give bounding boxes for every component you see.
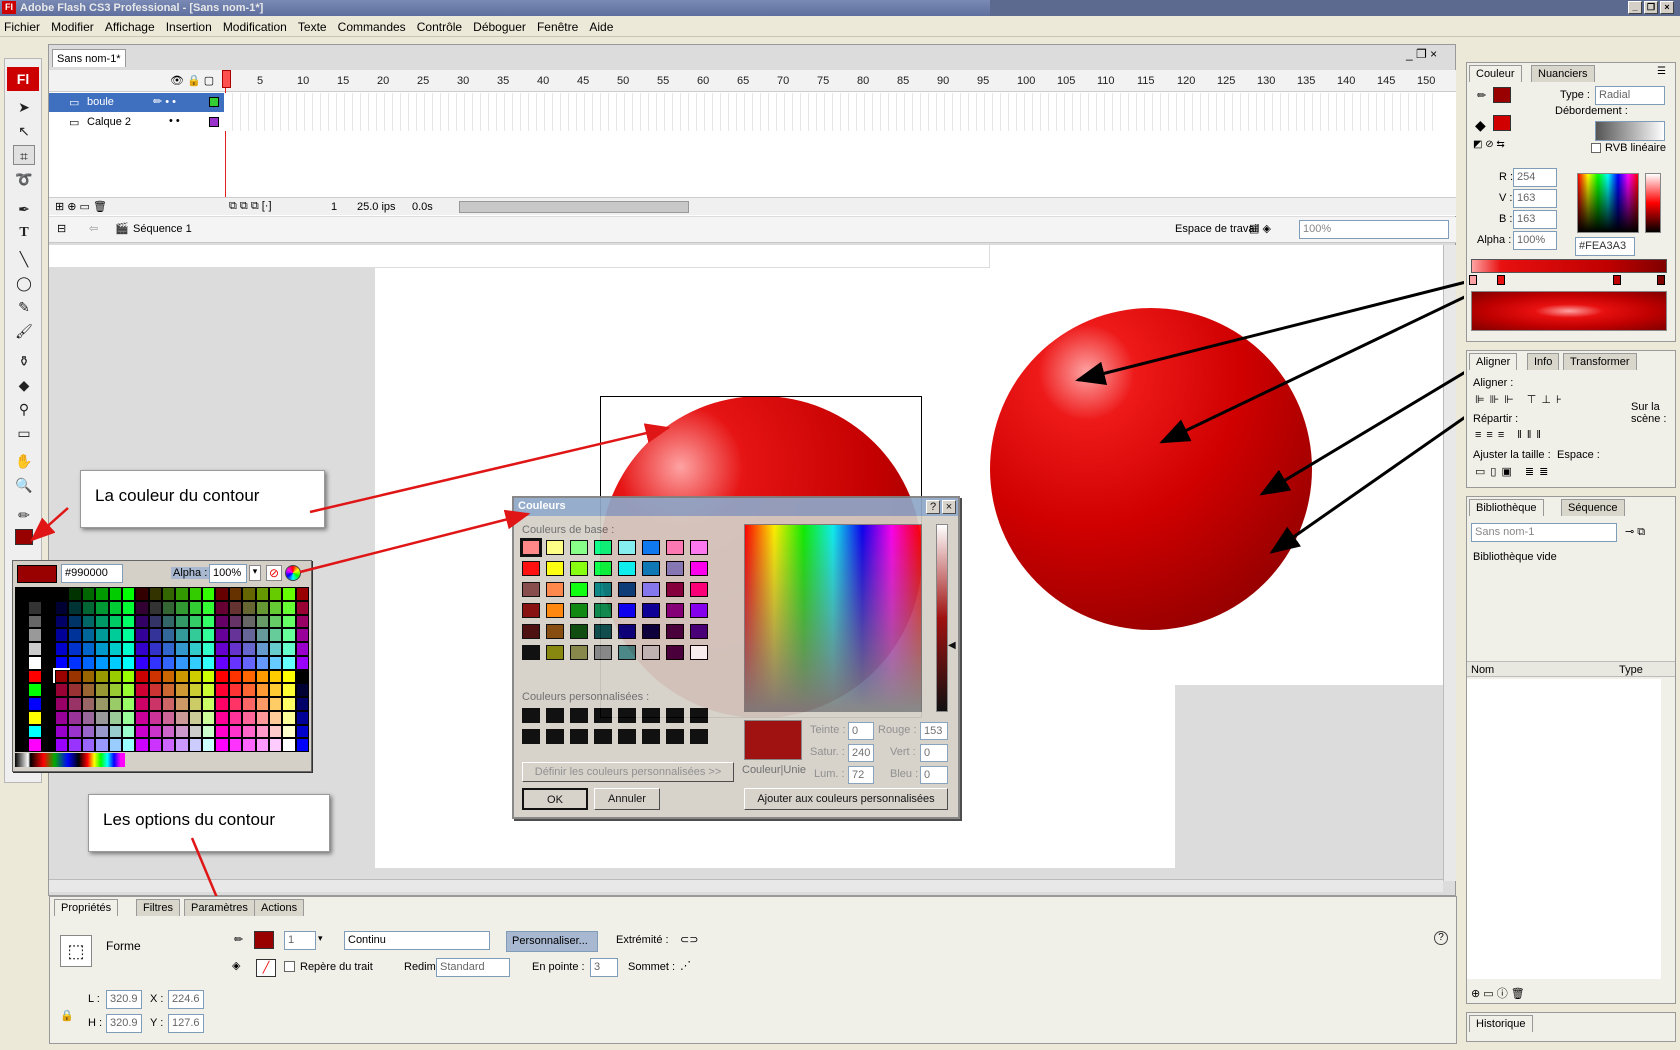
shape-icon: ⬚ bbox=[60, 935, 92, 967]
arrow-stop2-to-body bbox=[1159, 279, 1499, 444]
match-size-buttons-icon[interactable]: ▭▯▣ ≣≣ bbox=[1475, 465, 1553, 478]
miter-input[interactable]: 3 bbox=[590, 958, 618, 977]
distribute-buttons-icon[interactable]: ≡≡≡ ‖‖‖ bbox=[1475, 429, 1546, 441]
height-input[interactable]: 320.9 bbox=[106, 1014, 142, 1033]
color-spectrum[interactable] bbox=[1577, 173, 1639, 233]
customize-button[interactable]: Personnaliser... bbox=[506, 931, 598, 952]
stroke-height-arrow-icon[interactable]: ▾ bbox=[318, 933, 323, 944]
tab-sequence[interactable]: Séquence bbox=[1561, 499, 1625, 516]
overflow-label: Débordement : bbox=[1555, 105, 1628, 117]
library-footer-icons[interactable]: ⊕ ▭ ⓘ 🗑 bbox=[1471, 985, 1525, 1001]
tab-transformer[interactable]: Transformer bbox=[1563, 353, 1637, 370]
y-label: Y : bbox=[150, 1017, 164, 1029]
properties-panel: Propriétés Filtres Paramètres Actions ⬚ … bbox=[49, 896, 1457, 1044]
col-name[interactable]: Nom bbox=[1471, 664, 1494, 676]
arrow-callout-to-swatch bbox=[30, 507, 69, 542]
arrow-callout-to-ball bbox=[309, 423, 671, 514]
lock-icon[interactable]: 🔒 bbox=[60, 1009, 74, 1022]
gradient-stop-1[interactable] bbox=[1469, 275, 1477, 285]
cap-label: Extrémité : bbox=[616, 934, 669, 946]
x-label: X : bbox=[150, 993, 164, 1005]
history-panel: Historique bbox=[1466, 1012, 1676, 1042]
stroke-style-select[interactable]: Continu bbox=[344, 931, 490, 950]
stroke-color-button[interactable] bbox=[254, 931, 274, 949]
gradient-stop-3[interactable] bbox=[1613, 275, 1621, 285]
tab-bibliotheque[interactable]: Bibliothèque bbox=[1469, 499, 1544, 516]
annotation-arrows bbox=[30, 96, 1661, 927]
join-label: Sommet : bbox=[628, 961, 676, 973]
linear-rgb-label: RVB linéaire bbox=[1605, 142, 1666, 154]
library-document-select[interactable]: Sans nom-1 bbox=[1471, 523, 1617, 542]
g-input[interactable]: 163 bbox=[1513, 189, 1557, 208]
tab-filtres[interactable]: Filtres bbox=[136, 899, 180, 916]
r-input[interactable]: 254 bbox=[1513, 168, 1557, 187]
library-list[interactable] bbox=[1467, 679, 1661, 979]
col-type[interactable]: Type bbox=[1619, 664, 1643, 676]
shape-label: Forme bbox=[106, 939, 141, 953]
stroke-height-input[interactable]: 1 bbox=[284, 931, 316, 950]
align-label: Aligner : bbox=[1473, 377, 1514, 389]
align-panel: Aligner Info Transformer Aligner : ⊫⊪⊩ ⊤… bbox=[1466, 350, 1676, 488]
space-label: Espace : bbox=[1557, 449, 1600, 461]
cap-icon[interactable]: ⊂⊃ bbox=[680, 933, 698, 946]
distribute-label: Répartir : bbox=[1473, 413, 1519, 425]
tab-proprietes[interactable]: Propriétés bbox=[54, 899, 119, 916]
type-select[interactable]: Radial bbox=[1595, 86, 1665, 105]
swap-colors-icon[interactable]: ◩ ⊘ ⇆ bbox=[1473, 139, 1505, 150]
overflow-select[interactable] bbox=[1595, 121, 1665, 141]
hinting-label: Repère du trait bbox=[300, 961, 373, 973]
tab-parametres[interactable]: Paramètres bbox=[184, 899, 255, 916]
arrow-stop1-to-highlight bbox=[1075, 279, 1471, 386]
b-input[interactable]: 163 bbox=[1513, 210, 1557, 229]
color-panel: Couleur Nuanciers ☰ ✏ Type : Radial ◆ Dé… bbox=[1466, 62, 1676, 342]
g-label: V : bbox=[1499, 192, 1513, 204]
b-label: B : bbox=[1499, 213, 1513, 225]
fill-color-button[interactable]: ╱ bbox=[256, 959, 276, 977]
match-size-label: Ajuster la taille : bbox=[1473, 449, 1551, 461]
tab-nuanciers[interactable]: Nuanciers bbox=[1531, 65, 1595, 82]
tab-info[interactable]: Info bbox=[1527, 353, 1560, 370]
arrow-picker-to-dialog bbox=[299, 509, 531, 574]
scale-select[interactable]: Standard bbox=[436, 958, 510, 977]
gradient-stop-2[interactable] bbox=[1497, 275, 1505, 285]
brightness-slider[interactable] bbox=[1645, 173, 1661, 233]
tab-actions[interactable]: Actions bbox=[254, 899, 305, 916]
library-pin-icon[interactable]: ⊸ ⧉ bbox=[1625, 525, 1645, 539]
hex-color-input[interactable]: #FEA3A3 bbox=[1575, 237, 1635, 256]
tab-historique[interactable]: Historique bbox=[1469, 1015, 1533, 1032]
fill-bucket-icon: ◆ bbox=[1475, 117, 1486, 133]
panel-menu-icon[interactable]: ☰ bbox=[1657, 66, 1666, 77]
join-icon[interactable]: ⋰ bbox=[680, 959, 691, 972]
alpha-label: Alpha : bbox=[1477, 234, 1512, 246]
type-label: Type : bbox=[1560, 89, 1590, 101]
fill-bucket-icon: ◈ bbox=[232, 960, 241, 972]
stroke-pencil-icon: ✏ bbox=[234, 934, 244, 946]
tab-couleur[interactable]: Couleur bbox=[1469, 65, 1522, 82]
panel-stroke-swatch[interactable] bbox=[1493, 87, 1511, 103]
gradient-preview bbox=[1471, 291, 1667, 331]
align-buttons-icon[interactable]: ⊫⊪⊩ ⊤⊥⊦ bbox=[1475, 393, 1567, 406]
panel-fill-swatch[interactable] bbox=[1493, 115, 1511, 131]
tab-aligner[interactable]: Aligner bbox=[1469, 353, 1518, 370]
gradient-stop-4[interactable] bbox=[1657, 275, 1665, 285]
y-input[interactable]: 127.6 bbox=[168, 1014, 204, 1033]
library-empty-text: Bibliothèque vide bbox=[1473, 551, 1557, 563]
x-input[interactable]: 224.6 bbox=[168, 990, 204, 1009]
hinting-checkbox[interactable] bbox=[284, 961, 295, 972]
height-label: H : bbox=[88, 1017, 103, 1029]
linear-rgb-checkbox[interactable] bbox=[1591, 143, 1601, 153]
width-input[interactable]: 320.9 bbox=[106, 990, 142, 1009]
miter-label: En pointe : bbox=[532, 961, 585, 973]
help-icon[interactable]: ? bbox=[1434, 931, 1448, 945]
alpha-input[interactable]: 100% bbox=[1513, 231, 1557, 250]
r-label: R : bbox=[1499, 171, 1514, 183]
to-stage-label: Sur la scène : bbox=[1631, 401, 1667, 425]
stroke-pencil-icon: ✏ bbox=[1477, 90, 1487, 102]
library-panel: Bibliothèque Séquence Sans nom-1 ⊸ ⧉ Bib… bbox=[1466, 496, 1676, 1004]
library-header: Nom Type bbox=[1467, 661, 1675, 677]
gradient-bar[interactable] bbox=[1471, 259, 1667, 273]
width-label: L : bbox=[88, 993, 100, 1005]
